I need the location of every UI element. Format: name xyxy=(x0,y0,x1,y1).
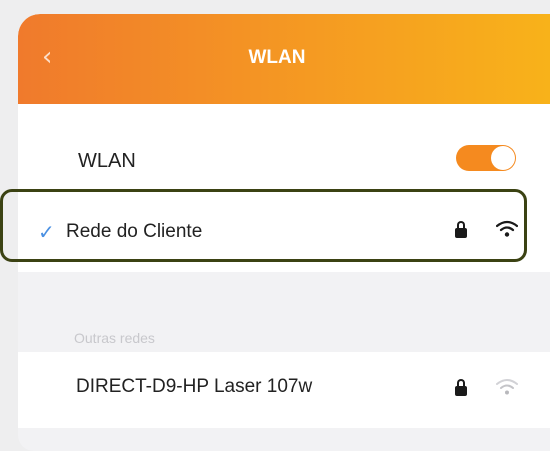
wifi-icon xyxy=(496,379,518,395)
network-row[interactable]: DIRECT-D9-HP Laser 107w xyxy=(18,352,550,428)
network-name: DIRECT-D9-HP Laser 107w xyxy=(76,376,313,397)
toggle-knob xyxy=(491,146,515,170)
app-header: ‹ WLAN xyxy=(18,14,550,104)
checkmark-icon: ✓ xyxy=(38,220,55,244)
wlan-toggle[interactable] xyxy=(456,145,516,171)
section-label: Outras redes xyxy=(74,330,155,346)
network-row-connected[interactable]: ✓ Rede do Cliente xyxy=(18,194,550,272)
wlan-label: WLAN xyxy=(78,150,136,172)
phone-screen: ‹ WLAN WLAN ✓ Rede do Cliente Outras red… xyxy=(18,14,550,451)
lock-icon xyxy=(455,221,467,238)
network-name: Rede do Cliente xyxy=(66,221,203,242)
wifi-icon xyxy=(496,220,518,237)
other-networks-section: Outras redes xyxy=(18,272,550,352)
lock-icon xyxy=(455,379,467,396)
wlan-toggle-row: WLAN xyxy=(18,104,550,194)
page-title: WLAN xyxy=(248,47,306,68)
